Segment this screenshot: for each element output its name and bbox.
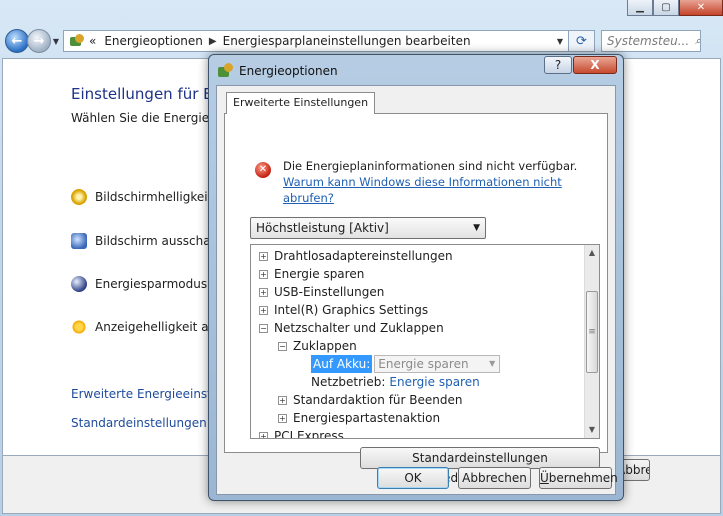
apply-mnemonic: Ü — [540, 471, 549, 485]
tree-item-label: Standardaktion für Beenden — [293, 393, 463, 407]
control-panel-icon — [68, 33, 86, 49]
tree-item-label: Intel(R) Graphics Settings — [274, 303, 429, 317]
breadcrumb-item-plan-settings[interactable]: Energiesparplaneinstellungen bearbeiten — [223, 34, 471, 48]
tree-item[interactable]: + PCI Express — [259, 427, 344, 439]
setting-display-off: Bildschirm ausschalte — [71, 233, 226, 249]
power-options-icon — [217, 63, 235, 79]
forward-button[interactable]: → — [27, 29, 51, 53]
collapse-icon[interactable]: − — [278, 341, 287, 351]
scroll-thumb[interactable]: ≡ — [586, 291, 598, 373]
power-options-dialog: Energieoptionen ? X Erweiterte Einstellu… — [208, 54, 624, 501]
setting-display-brightness: Anzeigehelligkeit anp — [71, 319, 224, 335]
battery-label: Auf Akku: — [311, 355, 373, 373]
setting-sleep: Energiesparmodus na — [71, 276, 226, 292]
minimize-button[interactable]: ▁ — [627, 0, 653, 16]
tree-item[interactable]: − Zuklappen — [278, 337, 357, 355]
tree-item[interactable]: + Standardaktion für Beenden — [278, 391, 462, 409]
address-dropdown-icon[interactable]: ▼ — [552, 37, 568, 46]
expand-icon[interactable]: + — [259, 305, 268, 315]
cancel-button[interactable]: Abbrechen — [458, 467, 531, 489]
refresh-icon: ⟳ — [576, 33, 587, 49]
sun-icon — [71, 319, 87, 335]
expand-icon[interactable]: + — [259, 269, 268, 279]
dialog-title: Energieoptionen — [239, 64, 338, 78]
maximize-button[interactable]: ▢ — [653, 0, 679, 16]
search-input[interactable]: Systemsteu... ⌕ — [601, 30, 701, 52]
setting-label: Anzeigehelligkeit anp — [95, 320, 224, 334]
scroll-down-icon[interactable]: ▼ — [585, 422, 599, 438]
scroll-up-icon[interactable]: ▲ — [585, 245, 599, 261]
tree-item[interactable]: + Energie sparen — [259, 265, 364, 283]
tree-item-label: Energiespartastenaktion — [293, 411, 441, 425]
page-subtitle: Wählen Sie die Energiespa — [71, 111, 231, 125]
tree-item-label: Energie sparen — [274, 267, 365, 281]
search-icon[interactable]: ⌕ — [689, 34, 700, 48]
tree-item-label: USB-Einstellungen — [274, 285, 385, 299]
dropdown-arrow-icon: ▼ — [473, 223, 480, 233]
tree-item[interactable]: + Intel(R) Graphics Settings — [259, 301, 428, 319]
refresh-button[interactable]: ⟳ — [569, 30, 595, 52]
tree-setting-battery[interactable]: Auf Akku: Energie sparen ▼ — [311, 355, 501, 373]
expand-icon[interactable]: + — [259, 431, 268, 438]
ok-button[interactable]: OK — [377, 467, 449, 489]
back-button[interactable]: ← — [5, 29, 29, 53]
power-plan-select[interactable]: Höchstleistung [Aktiv] ▼ — [250, 217, 486, 239]
battery-value-select: Energie sparen ▼ — [374, 355, 501, 373]
navigation-bar: ← → ▼ « Energieoptionen ▶ Energiesparpla… — [0, 26, 723, 56]
tree-item-label: PCI Express — [274, 429, 344, 439]
tree-item[interactable]: + USB-Einstellungen — [259, 283, 384, 301]
tree-item[interactable]: − Netzschalter und Zuklappen — [259, 319, 444, 337]
display-icon — [71, 233, 87, 249]
arrow-left-icon: ← — [11, 33, 23, 49]
address-bar[interactable]: « Energieoptionen ▶ Energiesparplaneinst… — [63, 30, 569, 52]
breadcrumb-overflow[interactable]: « — [89, 34, 96, 48]
battery-value: Energie sparen — [378, 357, 469, 371]
tab-panel: ✕ Die Energieplaninformationen sind nich… — [224, 113, 608, 485]
search-placeholder: Systemsteu... — [607, 34, 690, 48]
apply-button[interactable]: Übernehmen — [539, 467, 618, 489]
breadcrumb-separator-icon[interactable]: ▶ — [203, 36, 223, 47]
expand-icon[interactable]: + — [259, 251, 268, 261]
tree-item-label: Drahtlosadaptereinstellungen — [274, 249, 453, 263]
help-button[interactable]: ? — [544, 56, 572, 74]
setting-label: Bildschirm ausschalte — [95, 234, 226, 248]
tree-item-label: Netzschalter und Zuklappen — [274, 321, 444, 335]
dialog-close-button[interactable]: X — [573, 56, 617, 74]
setting-brightness: Bildschirmhelligkeit re — [71, 189, 228, 205]
tree-item-label: Zuklappen — [293, 339, 357, 353]
breadcrumb-item-energieoptionen[interactable]: Energieoptionen — [96, 34, 203, 48]
window-close-button[interactable]: ✕ — [679, 0, 723, 16]
dialog-body: Erweiterte Einstellungen ✕ Die Energiepl… — [216, 85, 618, 495]
tab-advanced-settings[interactable]: Erweiterte Einstellungen — [226, 92, 376, 114]
tree-item[interactable]: + Drahtlosadaptereinstellungen — [259, 247, 453, 265]
power-plan-value: Höchstleistung [Aktiv] — [256, 221, 389, 235]
setting-label: Energiesparmodus na — [95, 277, 226, 291]
expand-icon[interactable]: + — [278, 395, 287, 405]
recent-pages-dropdown[interactable]: ▼ — [51, 37, 61, 46]
sleep-icon — [71, 276, 87, 292]
tree-setting-plugged-in[interactable]: Netzbetrieb: Energie sparen — [311, 373, 480, 391]
error-text: Die Energieplaninformationen sind nicht … — [283, 159, 578, 173]
apply-label: bernehmen — [548, 471, 618, 485]
tree-item[interactable]: + Energiespartastenaktion — [278, 409, 440, 427]
brightness-icon — [71, 189, 87, 205]
plugged-in-value[interactable]: Energie sparen — [389, 373, 479, 391]
breadcrumb: Energieoptionen ▶ Energiesparplaneinstel… — [96, 34, 470, 48]
collapse-icon[interactable]: − — [259, 323, 268, 333]
tree-scrollbar[interactable]: ▲ ≡ ▼ — [584, 245, 599, 438]
expand-icon[interactable]: + — [259, 287, 268, 297]
window-caption-buttons: ▁ ▢ ✕ — [627, 0, 723, 16]
settings-tree[interactable]: + Drahtlosadaptereinstellungen + Energie… — [250, 244, 600, 439]
arrow-right-icon: → — [33, 33, 45, 49]
expand-icon[interactable]: + — [278, 413, 287, 423]
error-icon: ✕ — [255, 162, 271, 178]
restore-defaults-link[interactable]: Standardeinstellungen für — [71, 416, 227, 430]
plugged-in-label: Netzbetrieb: — [311, 375, 386, 389]
dropdown-arrow-icon: ▼ — [489, 359, 496, 368]
error-help-link[interactable]: Warum kann Windows diese Informationen n… — [283, 175, 562, 205]
restore-defaults-button[interactable]: Standardeinstellungen wiederherstellen — [360, 447, 600, 485]
error-message: Die Energieplaninformationen sind nicht … — [283, 158, 613, 206]
